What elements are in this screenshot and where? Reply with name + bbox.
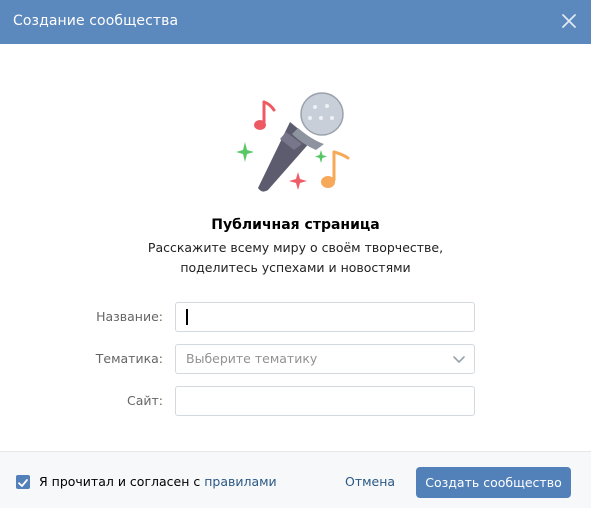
agree-checkbox[interactable]: [16, 475, 30, 489]
topic-row: Тематика: Выберите тематику: [0, 344, 591, 374]
name-label: Название:: [96, 309, 163, 324]
sparkle-green-small-icon: [315, 150, 327, 163]
text-caret: [186, 309, 188, 325]
rules-link[interactable]: правилами: [204, 474, 276, 489]
check-icon: [18, 479, 28, 487]
page-description: Расскажите всему миру о своём творчестве…: [0, 238, 591, 278]
name-row: Название:: [0, 302, 591, 332]
dialog-title: Создание сообщества: [13, 13, 179, 29]
music-note-red-icon: [254, 100, 276, 130]
topic-label: Тематика:: [95, 351, 163, 366]
create-community-dialog: Создание сообщества Публичная страница Р…: [0, 0, 591, 508]
topic-placeholder: Выберите тематику: [186, 351, 318, 366]
dialog-footer: Я прочитал и согласен с правилами Отмена…: [0, 451, 591, 508]
site-field[interactable]: [175, 386, 475, 416]
description-line-1: Расскажите всему миру о своём творчестве…: [147, 240, 444, 255]
name-field[interactable]: [175, 302, 475, 332]
site-row: Сайт:: [0, 386, 591, 416]
sparkle-red-icon: [289, 172, 307, 190]
agree-label: Я прочитал и согласен с: [39, 474, 205, 489]
cancel-button[interactable]: Отмена: [345, 474, 395, 489]
topic-select[interactable]: Выберите тематику: [175, 344, 475, 374]
page-title: Публичная страница: [211, 217, 380, 233]
name-input[interactable]: [176, 303, 474, 329]
site-label: Сайт:: [126, 393, 163, 408]
sparkle-green-icon: [236, 142, 254, 162]
close-icon[interactable]: [560, 12, 578, 30]
description-line-2: поделитесь успехами и новостями: [180, 260, 411, 275]
create-community-button[interactable]: Создать сообщество: [416, 467, 571, 498]
agree-text: Я прочитал и согласен с правилами: [39, 474, 277, 489]
dialog-header: Создание сообщества: [0, 0, 591, 44]
microphone-illustration-icon: [228, 92, 364, 200]
site-input[interactable]: [176, 387, 474, 413]
music-note-orange-icon: [321, 150, 350, 188]
chevron-down-icon: [453, 356, 465, 363]
